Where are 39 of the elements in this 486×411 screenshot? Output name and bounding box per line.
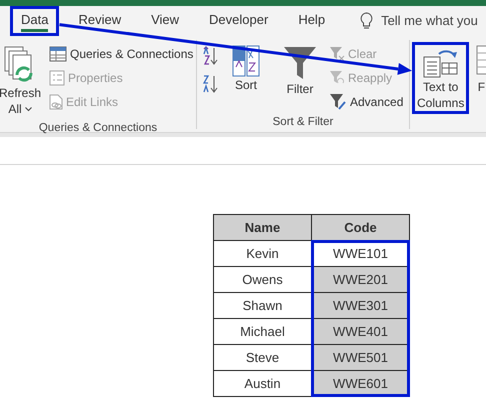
tell-me-search[interactable]: Tell me what you [381, 11, 478, 31]
table-cell: WWE401 [312, 318, 410, 344]
table-cell: WWE501 [312, 344, 410, 370]
sort-ascending-icon[interactable] [203, 46, 219, 66]
table-cell: Kevin [214, 240, 312, 266]
filter-icon [282, 45, 318, 81]
table-cell: WWE201 [312, 266, 410, 292]
group-label: Queries & Connections [38, 121, 158, 136]
clear-filter-icon [329, 46, 345, 62]
ribbon-button[interactable]: F [473, 42, 486, 98]
table-cell: WWE301 [312, 292, 410, 318]
ribbon-button[interactable]: Queries & Connections [47, 42, 196, 66]
table-icon [49, 46, 67, 62]
ribbon-tab[interactable]: View [140, 6, 190, 36]
sort-descending-icon[interactable] [203, 74, 219, 94]
ribbon-button[interactable]: Advanced [327, 90, 406, 114]
lightbulb-icon[interactable] [360, 12, 374, 30]
table-cell: Shawn [214, 292, 312, 318]
column-header: Name [214, 214, 312, 240]
document-link-icon [49, 94, 63, 110]
ribbon-tab[interactable]: Help [287, 6, 336, 36]
ribbon-button[interactable]: Filter [277, 42, 323, 100]
table-cell: Michael [214, 318, 312, 344]
ribbon-button[interactable]: Refresh All [0, 42, 43, 120]
table-cell: Austin [214, 370, 312, 396]
sort-icon [232, 45, 260, 77]
table-cell: Steve [214, 344, 312, 370]
ribbon-tab[interactable]: Review [67, 6, 132, 36]
ribbon-button[interactable]: Sort [227, 42, 265, 96]
ribbon-tab[interactable]: Developer [198, 6, 280, 36]
ribbon-tab[interactable]: Data [10, 6, 60, 36]
advanced-filter-icon [329, 93, 347, 111]
group-label: Sort & Filter [272, 115, 334, 130]
list-icon [49, 70, 65, 86]
ribbon-button[interactable]: Text to Columns [412, 42, 470, 114]
dropdown-caret-icon[interactable] [24, 106, 32, 112]
reapply-icon [329, 70, 345, 86]
table-cell: Owens [214, 266, 312, 292]
column-header: Code [312, 214, 410, 240]
